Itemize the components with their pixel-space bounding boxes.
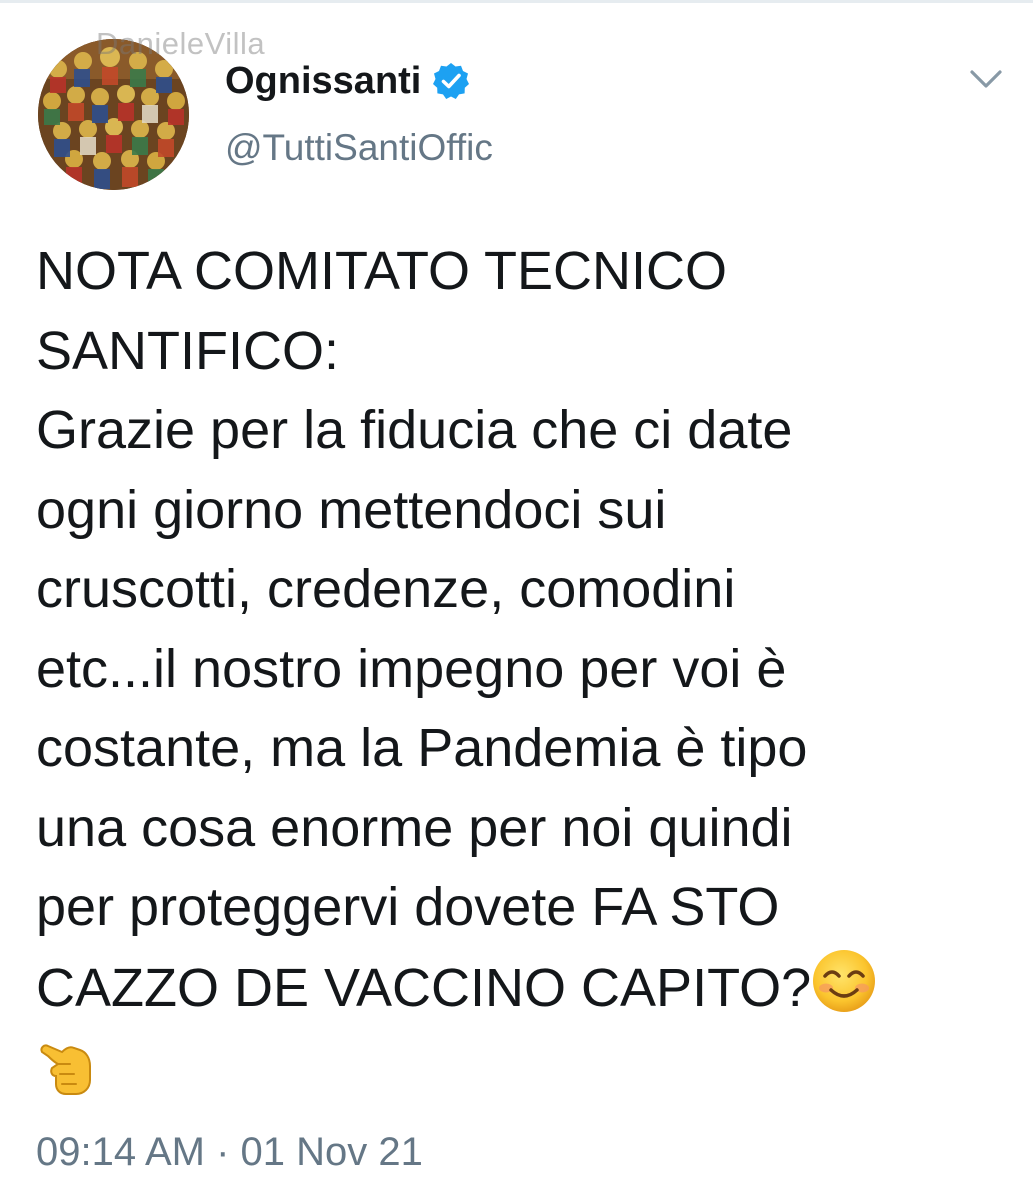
tweet-line: NOTA COMITATO TECNICO: [36, 241, 728, 301]
tweet-line: Grazie per la fiducia che ci date: [36, 400, 793, 460]
tweet-line: costante, ma la Pandemia è tipo: [36, 718, 808, 778]
tweet-timestamp[interactable]: 09:14 AM · 01 Nov 21: [36, 1130, 423, 1175]
tweet-line: ogni giorno mettendoci sui: [36, 479, 667, 540]
tweet-line: cruscotti, credenze, comodini: [36, 559, 736, 619]
tweet-line: una cosa enorme per noi quindi: [36, 797, 793, 858]
display-name[interactable]: Ognissanti: [225, 60, 421, 103]
smiling-face-emoji-icon: [813, 949, 876, 1012]
author-handle[interactable]: @TuttiSantiOffic: [225, 127, 493, 169]
tweet-last-line-row: CAZZO DE VACCINO CAPITO?: [36, 948, 996, 1029]
tweet-line: per proteggervi dovete FA STO: [36, 877, 780, 937]
verified-badge-icon: [433, 63, 470, 99]
author-name-row[interactable]: Ognissanti: [225, 56, 471, 106]
tweet-emoji-row: [36, 1028, 996, 1115]
tweet-line: etc...il nostro impegno per voi è: [36, 638, 787, 699]
tweet-line: SANTIFICO:: [36, 320, 340, 381]
tweet-text: NOTA COMITATO TECNICO SANTIFICO: Grazie …: [36, 232, 996, 1115]
top-divider: [0, 0, 1033, 3]
hand-pointing-left-emoji-icon: [40, 1044, 91, 1095]
tweet-line: CAZZO DE VACCINO CAPITO?: [36, 957, 812, 1018]
chevron-down-icon[interactable]: [968, 64, 1004, 94]
